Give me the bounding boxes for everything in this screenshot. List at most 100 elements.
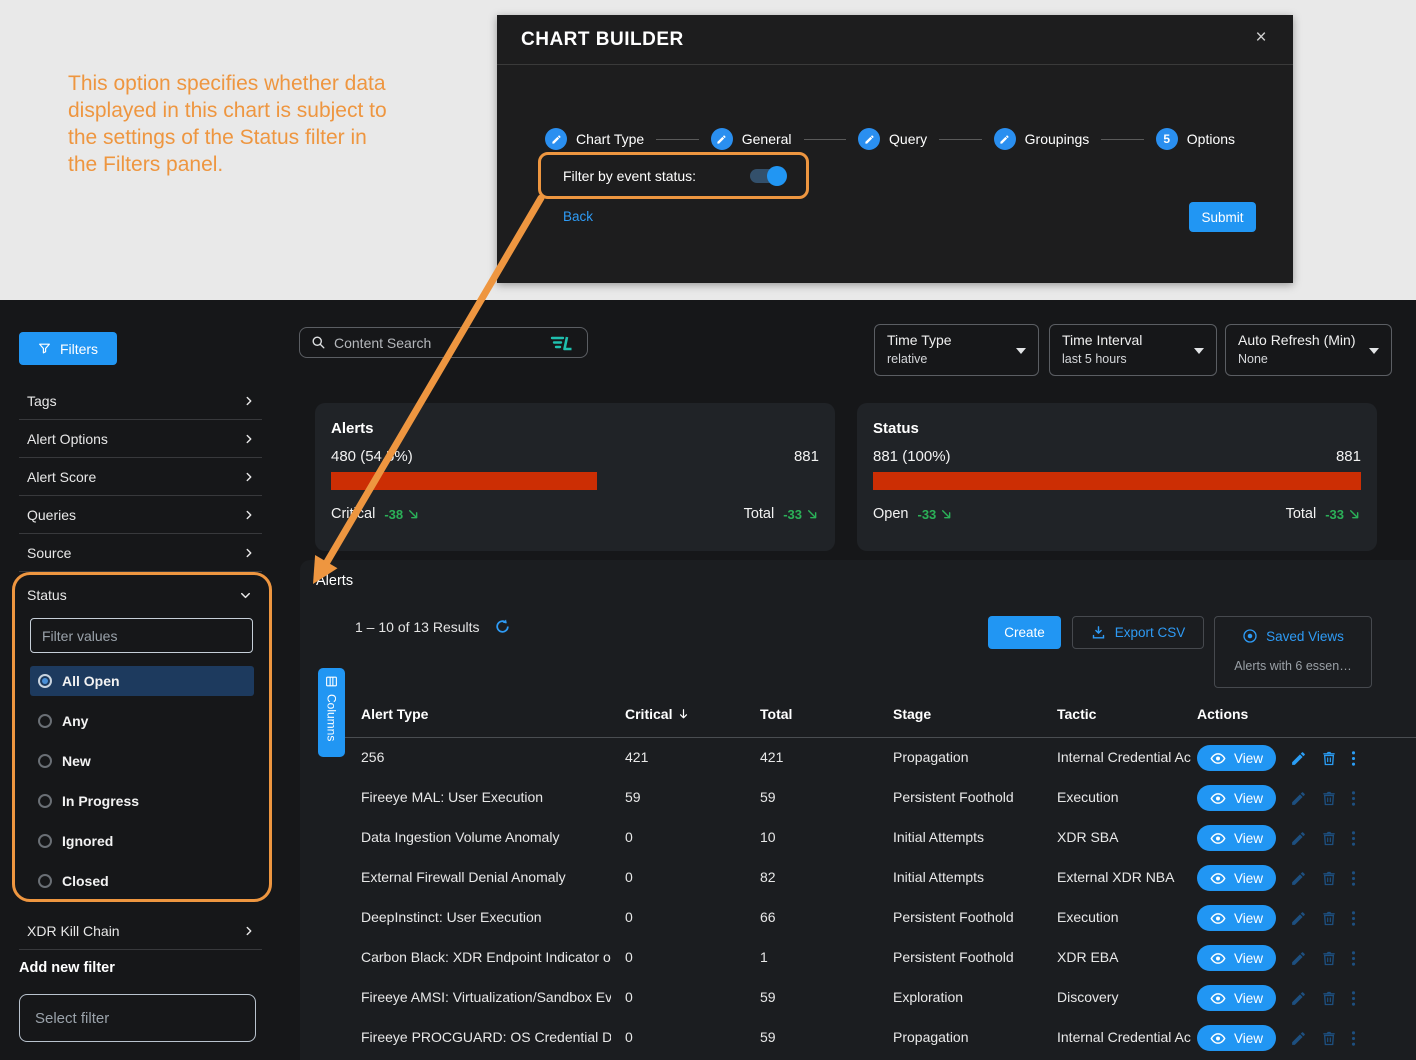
sidebar-item-queries[interactable]: Queries [19, 496, 262, 534]
sidebar-item-status[interactable]: Status [27, 578, 253, 612]
more-actions-icon[interactable] [1351, 790, 1356, 807]
create-button[interactable]: Create [988, 616, 1061, 649]
radio-icon[interactable] [38, 794, 52, 808]
card-footer: Critical-38Total-33 [331, 506, 819, 522]
cell-alert-type: 256 [361, 749, 611, 765]
view-button[interactable]: View [1197, 1025, 1276, 1051]
card-bar-fill [873, 472, 1361, 490]
caret-down-icon [1016, 348, 1026, 354]
column-header-actions[interactable]: Actions [1197, 706, 1248, 722]
pencil-icon [858, 128, 880, 150]
status-option-closed[interactable]: Closed [30, 866, 254, 896]
cell-tactic: XDR EBA [1057, 949, 1193, 965]
edit-icon[interactable] [1290, 950, 1307, 967]
delete-icon[interactable] [1321, 910, 1337, 927]
lucene-syntax-icon[interactable] [550, 335, 576, 351]
step-chart-type[interactable]: Chart Type [545, 128, 644, 150]
edit-icon[interactable] [1290, 750, 1307, 767]
columns-button[interactable]: Columns [318, 668, 345, 757]
more-actions-icon[interactable] [1351, 830, 1356, 847]
content-search-input[interactable] [334, 335, 542, 351]
status-option-all-open[interactable]: All Open [30, 666, 254, 696]
status-option-new[interactable]: New [30, 746, 254, 776]
radio-checked-icon[interactable] [38, 674, 52, 688]
view-button[interactable]: View [1197, 985, 1276, 1011]
radio-icon[interactable] [38, 874, 52, 888]
status-option-in-progress[interactable]: In Progress [30, 786, 254, 816]
cell-tactic: Internal Credential Ac [1057, 749, 1193, 765]
delete-icon[interactable] [1321, 950, 1337, 967]
step-options[interactable]: 5Options [1156, 128, 1235, 150]
step-connector [656, 139, 699, 140]
delete-icon[interactable] [1321, 990, 1337, 1007]
column-header-stage[interactable]: Stage [893, 706, 931, 722]
delete-icon[interactable] [1321, 1030, 1337, 1047]
view-button[interactable]: View [1197, 945, 1276, 971]
dashboard-content: Filters TagsAlert OptionsAlert ScoreQuer… [0, 300, 1416, 1060]
edit-icon[interactable] [1290, 910, 1307, 927]
edit-icon[interactable] [1290, 830, 1307, 847]
export-csv-button[interactable]: Export CSV [1072, 616, 1204, 649]
step-general[interactable]: General [711, 128, 792, 150]
cell-critical: 0 [625, 949, 735, 965]
delete-icon[interactable] [1321, 830, 1337, 847]
sidebar-item-alert-score[interactable]: Alert Score [19, 458, 262, 496]
radio-icon[interactable] [38, 754, 52, 768]
more-actions-icon[interactable] [1351, 910, 1356, 927]
view-button[interactable]: View [1197, 865, 1276, 891]
radio-icon[interactable] [38, 834, 52, 848]
metric-label: Critical [331, 506, 375, 522]
card-footer-metric: Open-33 [873, 506, 953, 522]
select-filter-dropdown[interactable]: Select filter [19, 994, 256, 1042]
delete-icon[interactable] [1321, 790, 1337, 807]
submit-button[interactable]: Submit [1189, 202, 1256, 232]
edit-icon[interactable] [1290, 1030, 1307, 1047]
kill-chain-label: XDR Kill Chain [27, 923, 120, 939]
delete-icon[interactable] [1321, 750, 1337, 767]
view-button[interactable]: View [1197, 905, 1276, 931]
radio-icon[interactable] [38, 714, 52, 728]
status-option-any[interactable]: Any [30, 706, 254, 736]
filter-values-input[interactable] [30, 618, 253, 653]
event-status-toggle[interactable] [750, 169, 784, 183]
dropdown-time-type[interactable]: Time Typerelative [874, 324, 1039, 376]
download-icon [1091, 625, 1106, 640]
refresh-icon[interactable] [494, 618, 511, 635]
sidebar-item-xdr-kill-chain[interactable]: XDR Kill Chain [19, 912, 262, 950]
delete-icon[interactable] [1321, 870, 1337, 887]
view-button[interactable]: View [1197, 825, 1276, 851]
sidebar-item-source[interactable]: Source [19, 534, 262, 572]
sidebar-item-tags[interactable]: Tags [19, 382, 262, 420]
column-header-critical[interactable]: Critical [625, 706, 690, 722]
dropdown-time-interval[interactable]: Time Intervallast 5 hours [1049, 324, 1217, 376]
view-button[interactable]: View [1197, 745, 1276, 771]
saved-views-dropdown[interactable]: Saved Views Alerts with 6 essen… [1214, 616, 1372, 688]
alerts-table-header: Alert Type Critical Total Stage Tactic Action… [345, 694, 1416, 738]
edit-icon[interactable] [1290, 870, 1307, 887]
step-label: General [742, 131, 792, 147]
more-actions-icon[interactable] [1351, 950, 1356, 967]
column-header-tactic[interactable]: Tactic [1057, 706, 1096, 722]
view-button[interactable]: View [1197, 785, 1276, 811]
edit-icon[interactable] [1290, 990, 1307, 1007]
more-actions-icon[interactable] [1351, 750, 1356, 767]
step-groupings[interactable]: Groupings [994, 128, 1090, 150]
column-header-alert-type[interactable]: Alert Type [361, 706, 428, 722]
back-link[interactable]: Back [563, 209, 593, 224]
filters-button[interactable]: Filters [19, 332, 117, 365]
chevron-right-icon [242, 470, 256, 484]
status-option-ignored[interactable]: Ignored [30, 826, 254, 856]
more-actions-icon[interactable] [1351, 870, 1356, 887]
sidebar-item-alert-options[interactable]: Alert Options [19, 420, 262, 458]
column-header-total[interactable]: Total [760, 706, 792, 722]
step-label: Query [889, 131, 927, 147]
cell-stage: Initial Attempts [893, 869, 1043, 885]
status-options-list: All Open Any New In Progress Ignored Closed [30, 666, 254, 906]
cell-total: 421 [760, 749, 870, 765]
close-icon[interactable]: × [1249, 27, 1273, 51]
more-actions-icon[interactable] [1351, 1030, 1356, 1047]
edit-icon[interactable] [1290, 790, 1307, 807]
dropdown-auto-refresh-min[interactable]: Auto Refresh (Min)None [1225, 324, 1392, 376]
step-query[interactable]: Query [858, 128, 927, 150]
more-actions-icon[interactable] [1351, 990, 1356, 1007]
